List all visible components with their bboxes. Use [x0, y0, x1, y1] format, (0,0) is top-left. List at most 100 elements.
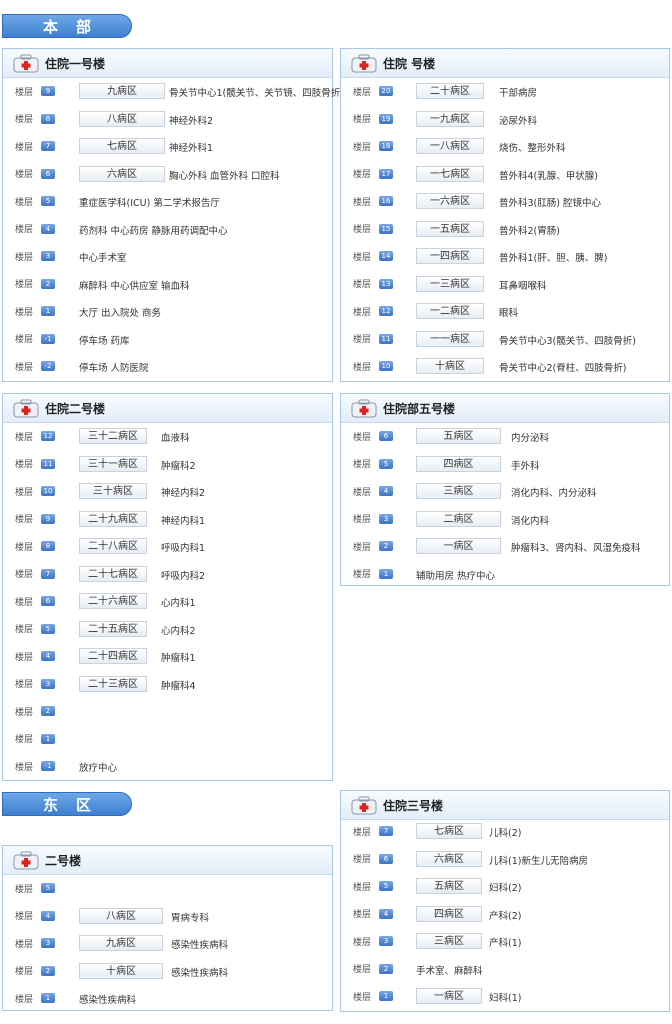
ward-button[interactable]: 一二病区: [416, 303, 484, 319]
ward-button[interactable]: 一三病区: [416, 275, 484, 292]
department-text: 消化内科、内分泌科: [511, 488, 597, 499]
floor-label: 楼层: [15, 197, 34, 208]
ward-button[interactable]: 十病区: [79, 962, 163, 979]
department-text: 普外科3(肛肠) 腔镜中心: [499, 198, 601, 209]
ward-button[interactable]: 一病区: [416, 988, 482, 1004]
ward-button[interactable]: 四病区: [416, 455, 501, 472]
ward-button[interactable]: 三病区: [416, 933, 482, 949]
floor-label: 楼层: [15, 170, 34, 180]
panel-header: 住院 号楼: [341, 49, 669, 78]
tab-east[interactable]: 东区: [2, 792, 132, 816]
floor-number-badge: 5: [379, 881, 393, 891]
floor-label: 楼层: [353, 335, 372, 345]
medical-kit-icon: [351, 53, 377, 73]
floor-row: 楼层 3 二十三病区 肿瘤科4: [3, 674, 332, 694]
floor-number-badge: 3: [41, 678, 55, 689]
floor-row: 楼层 17 一七病区 普外科4(乳腺、甲状腺): [341, 164, 669, 184]
ward-button[interactable]: 九病区: [79, 83, 165, 99]
floor-number-badge: 1: [41, 306, 55, 316]
floor-label: 楼层: [15, 912, 34, 922]
ward-button[interactable]: 一四病区: [416, 248, 484, 264]
floor-row: 楼层 6 六病区 胸心外科 血管外科 口腔科: [3, 164, 332, 184]
ward-button[interactable]: 二十五病区: [79, 620, 147, 637]
ward-button[interactable]: 二十病区: [416, 83, 484, 99]
ward-button[interactable]: 七病区: [79, 138, 165, 154]
floor-label: 楼层: [15, 994, 34, 1005]
ward-button[interactable]: 一七病区: [416, 165, 484, 182]
floor-row: 楼层 2 十病区 感染性疾病科: [3, 961, 332, 981]
floor-number-badge: 11: [41, 458, 55, 469]
floor-label: 楼层: [15, 680, 34, 690]
floor-row: 楼层 7 七病区 神经外科1: [3, 136, 332, 156]
department-text: 普外科4(乳腺、甲状腺): [499, 170, 598, 182]
floor-row: 楼层 6 五病区 内分泌科: [341, 426, 669, 446]
floor-number-badge: 7: [41, 141, 55, 151]
floor-label: 楼层: [353, 307, 372, 318]
ward-button[interactable]: 一六病区: [416, 193, 484, 209]
department-text: 内分泌科: [511, 433, 550, 444]
ward-button[interactable]: 四病区: [416, 905, 482, 922]
floor-number-badge: 7: [41, 568, 55, 579]
department-text: 骨关节中心2(脊柱、四肢骨折): [499, 363, 627, 374]
department-text: 产科(1): [489, 938, 522, 949]
building-panel-2: 住院 号楼 楼层 20 二十病区 干部病房 楼层 19 一九病区 泌尿外科 楼层 18 一八病区 烧伤、…: [340, 48, 670, 382]
building-panel-6: 住院三号楼 楼层 7 七病区 儿科(2) 楼层 6 六病区 儿科(1)新生儿无陪病房 楼层 5 五病区…: [340, 790, 670, 1012]
department-text: 呼吸内科2: [161, 570, 206, 582]
floor-number-badge: 15: [379, 223, 393, 234]
medical-kit-icon: [351, 795, 377, 815]
floor-number-badge: 3: [41, 251, 55, 261]
floor-row: 楼层 12 三十二病区 血液科: [3, 426, 332, 446]
ward-button[interactable]: 五病区: [416, 878, 482, 894]
floor-label: 楼层: [15, 225, 34, 235]
department-text: 停车场 药库: [79, 335, 130, 347]
floor-row: 楼层 3 三病区 产科(1): [341, 931, 669, 951]
floor-row: 楼层 -2 停车场 人防医院: [3, 356, 332, 376]
ward-button[interactable]: 六病区: [416, 850, 482, 867]
ward-button[interactable]: 八病区: [79, 907, 163, 924]
ward-button[interactable]: 二十六病区: [79, 593, 147, 609]
department-text: 肿瘤科1: [161, 653, 196, 664]
ward-button[interactable]: 九病区: [79, 935, 163, 951]
ward-button[interactable]: 一一病区: [416, 330, 484, 347]
floor-number-badge: 2: [41, 965, 55, 976]
department-text: 放疗中心: [79, 763, 118, 774]
department-text: 胃病专科: [171, 912, 210, 924]
floor-row: 楼层 3 二病区 消化内科: [341, 509, 669, 529]
floor-label: 楼层: [15, 884, 34, 895]
ward-button[interactable]: 七病区: [416, 823, 482, 839]
floor-label: 楼层: [15, 487, 34, 498]
ward-button[interactable]: 二病区: [416, 510, 501, 527]
department-text: 眼科: [499, 308, 519, 319]
ward-button[interactable]: 二十九病区: [79, 510, 147, 527]
ward-button[interactable]: 三十一病区: [79, 455, 147, 472]
floor-row: 楼层 1 感染性疾病科: [3, 988, 332, 1008]
ward-button[interactable]: 一八病区: [416, 138, 484, 154]
floor-label: 楼层: [15, 762, 34, 773]
floor-row: 楼层 2: [3, 701, 332, 721]
floor-number-badge: 3: [379, 513, 393, 524]
floor-number-badge: 4: [41, 651, 55, 661]
floor-label: 楼层: [15, 515, 34, 525]
ward-button[interactable]: 二十三病区: [79, 675, 147, 692]
ward-button[interactable]: 一九病区: [416, 110, 484, 127]
ward-button[interactable]: 二十七病区: [79, 565, 147, 582]
ward-button[interactable]: 一五病区: [416, 220, 484, 237]
ward-button[interactable]: 八病区: [79, 110, 165, 127]
ward-button[interactable]: 三病区: [416, 483, 501, 499]
department-text: 辅助用房 热疗中心: [416, 570, 496, 582]
department-text: 泌尿外科: [499, 115, 538, 127]
ward-button[interactable]: 二十八病区: [79, 538, 147, 554]
tab-main[interactable]: 本部: [2, 14, 132, 38]
panel-header: 住院部五号楼: [341, 394, 669, 423]
floor-label: 楼层: [353, 280, 372, 290]
ward-button[interactable]: 十病区: [416, 358, 484, 374]
floor-number-badge: 4: [41, 223, 55, 234]
ward-button[interactable]: 三十二病区: [79, 428, 147, 444]
ward-button[interactable]: 二十四病区: [79, 648, 147, 664]
ward-button[interactable]: 一病区: [416, 538, 501, 554]
ward-button[interactable]: 六病区: [79, 165, 165, 182]
ward-button[interactable]: 五病区: [416, 428, 501, 444]
department-text: 手外科: [511, 460, 540, 472]
floor-row: 楼层 1 辅助用房 热疗中心: [341, 564, 669, 584]
ward-button[interactable]: 三十病区: [79, 483, 147, 499]
